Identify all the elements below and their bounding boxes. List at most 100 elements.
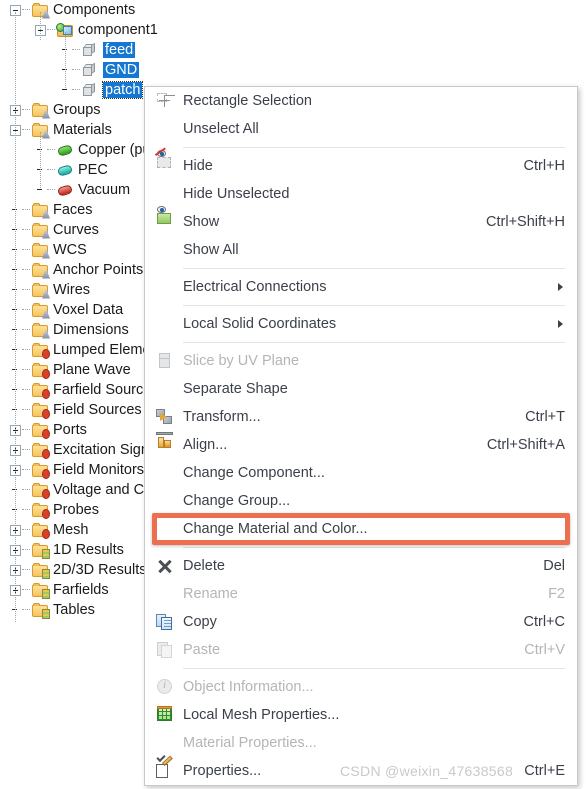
tree-item-mesh[interactable]: Mesh (10, 520, 88, 540)
menu-item-label: Material Properties... (183, 734, 317, 751)
menu-item-shortcut: Ctrl+H (523, 157, 566, 174)
menu-item-label: Delete (183, 557, 225, 574)
tree-connector (22, 129, 30, 131)
tree-item-pec[interactable]: PEC (35, 160, 108, 180)
menu-item-local-mesh-properties[interactable]: Local Mesh Properties... (145, 701, 577, 729)
menu-separator (183, 342, 565, 343)
menu-item-shortcut: Ctrl+C (523, 613, 566, 630)
tree-item-1d-results[interactable]: 1D Results (10, 540, 124, 560)
tree-item-anchor-points[interactable]: Anchor Points (10, 260, 143, 280)
menu-item-label: Electrical Connections (183, 278, 327, 295)
tree-item-wcs[interactable]: WCS (10, 240, 87, 260)
tree-item-field-monitors[interactable]: Field Monitors (10, 460, 144, 480)
tree-connector (22, 609, 30, 611)
menu-item-local-solid-coordinates[interactable]: Local Solid Coordinates (145, 310, 577, 338)
menu-item-unselect-all[interactable]: Unselect All (145, 115, 577, 143)
tree-item-farfields[interactable]: Farfields (10, 580, 109, 600)
menu-item-shortcut: F2 (548, 585, 565, 602)
tree-item-curves[interactable]: Curves (10, 220, 99, 240)
tree-connector (47, 29, 55, 31)
tree-item-tables[interactable]: Tables (10, 600, 95, 620)
tree-item-label: Copper (pu (78, 141, 151, 158)
menu-item-change-material-and-color[interactable]: Change Material and Color... (145, 515, 577, 543)
tree-item-dimensions[interactable]: Dimensions (10, 320, 129, 340)
menu-item-rectangle-selection[interactable]: Rectangle Selection (145, 87, 577, 115)
tree-item-gnd[interactable]: GND (60, 60, 140, 80)
folder-gear-icon (32, 422, 50, 439)
menu-separator (183, 268, 565, 269)
menu-item-label: Transform... (183, 408, 261, 425)
tree-item-ports[interactable]: Ports (10, 420, 87, 440)
tree-item-lumped-eleme[interactable]: Lumped Eleme (10, 340, 151, 360)
tree-connector (72, 89, 80, 91)
tree-item-feed[interactable]: feed (60, 40, 136, 60)
submenu-arrow-icon (558, 283, 563, 291)
context-menu[interactable]: Rectangle Selection Unselect All Hide Ctrl+… (144, 86, 578, 786)
tree-item-label: Materials (53, 121, 112, 138)
menu-item-shortcut: Ctrl+E (524, 762, 565, 779)
tree-guide-line (65, 32, 66, 88)
tree-item-voxel-data[interactable]: Voxel Data (10, 300, 123, 320)
rectangle-selection-icon (156, 92, 174, 110)
tree-item-label: Excitation Sign (53, 441, 149, 458)
menu-item-electrical-connections[interactable]: Electrical Connections (145, 273, 577, 301)
menu-item-label: Properties... (183, 762, 262, 779)
menu-item-hide[interactable]: Hide Ctrl+H (145, 147, 577, 180)
transform-icon (156, 408, 174, 426)
tree-item-plane-wave[interactable]: Plane Wave (10, 360, 131, 380)
menu-item-show-all[interactable]: Show All (145, 236, 577, 264)
tree-item-faces[interactable]: Faces (10, 200, 93, 220)
menu-item-delete[interactable]: Delete Del (145, 552, 577, 580)
menu-item-transform[interactable]: Transform... Ctrl+T (145, 403, 577, 431)
tree-item-farfield-source[interactable]: Farfield Source (10, 380, 151, 400)
tree-connector (22, 329, 30, 331)
tree-item-vacuum[interactable]: Vacuum (35, 180, 130, 200)
menu-item-label: Local Mesh Properties... (183, 706, 340, 723)
menu-item-show[interactable]: Show Ctrl+Shift+H (145, 206, 577, 236)
tree-item-groups[interactable]: Groups (10, 100, 101, 120)
menu-item-hide-unselected[interactable]: Hide Unselected (145, 180, 577, 208)
tree-item-label: Groups (53, 101, 101, 118)
menu-item-object-information: Object Information... (145, 673, 577, 701)
tree-item-probes[interactable]: Probes (10, 500, 99, 520)
tree-item-excitation-sign[interactable]: Excitation Sign (10, 440, 149, 460)
folder-wave-icon (32, 542, 50, 559)
tree-connector (72, 69, 80, 71)
menu-item-separate-shape[interactable]: Separate Shape (145, 375, 577, 403)
menu-item-shortcut: Ctrl+V (524, 641, 565, 658)
tree-connector (22, 429, 30, 431)
menu-item-label: Paste (183, 641, 221, 658)
tree-item-voltage-and-c[interactable]: Voltage and C (10, 480, 144, 500)
folder-gear-icon (32, 442, 50, 459)
tree-item-copper-pu[interactable]: Copper (pu (35, 140, 151, 160)
solid-cube-icon (82, 82, 99, 98)
material-red-icon (57, 183, 74, 198)
tree-item-component1[interactable]: component1 (35, 20, 158, 40)
tree-item-patch[interactable]: patch (60, 80, 144, 100)
tree-connector (22, 269, 30, 271)
tree-guide-line (40, 132, 41, 188)
tree-connector (22, 209, 30, 211)
folder-cone-icon (32, 262, 50, 279)
tree-item-components[interactable]: Components (10, 0, 135, 20)
material-green-icon (57, 143, 74, 158)
folder-gear-icon (32, 402, 50, 419)
tree-item-materials[interactable]: Materials (10, 120, 112, 140)
tree-item-field-sources[interactable]: Field Sources (10, 400, 142, 420)
tree-connector (22, 289, 30, 291)
copy-icon (156, 613, 174, 631)
menu-item-label: Object Information... (183, 678, 314, 695)
tree-item-2d-3d-results[interactable]: 2D/3D Results (10, 560, 146, 580)
tree-connector (22, 489, 30, 491)
menu-item-label: Copy (183, 613, 217, 630)
menu-item-change-group[interactable]: Change Group... (145, 487, 577, 515)
menu-item-align[interactable]: Align... Ctrl+Shift+A (145, 431, 577, 459)
menu-item-change-component[interactable]: Change Component... (145, 459, 577, 487)
tree-item-label: Wires (53, 281, 91, 298)
tree-connector (22, 569, 30, 571)
tree-item-wires[interactable]: Wires (10, 280, 90, 300)
folder-gear-icon (32, 502, 50, 519)
menu-item-shortcut: Del (543, 557, 565, 574)
menu-item-copy[interactable]: Copy Ctrl+C (145, 608, 577, 636)
folder-cone-icon (32, 282, 50, 299)
